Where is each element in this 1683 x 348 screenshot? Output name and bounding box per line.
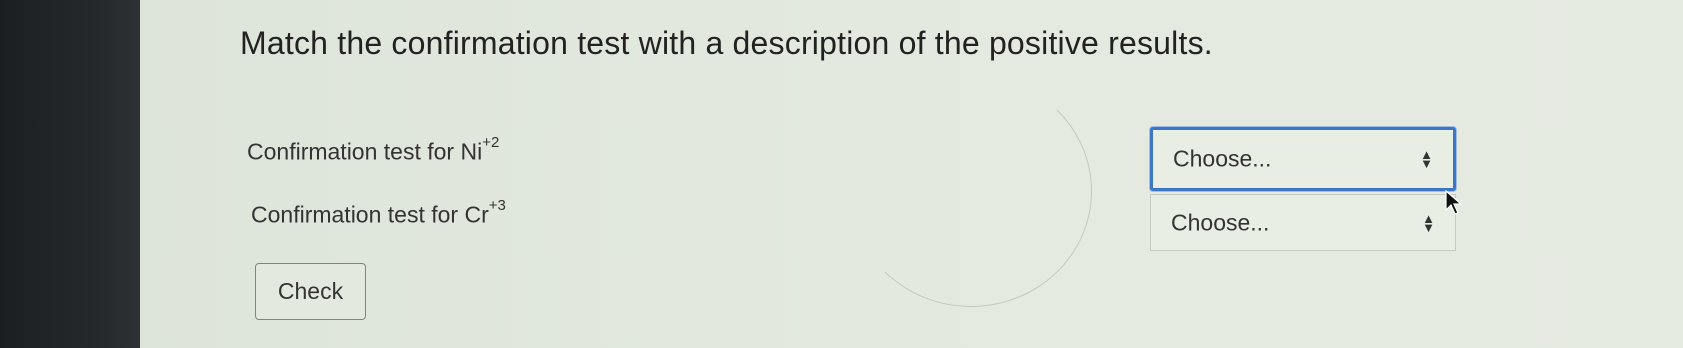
answer-select-ni[interactable]: Choose... ▲ ▼ <box>1150 127 1456 191</box>
match-row-text: Confirmation test for Ni <box>247 138 483 165</box>
up-down-chevron-icon: ▲ ▼ <box>1422 210 1435 235</box>
match-row-label-cr: Confirmation test for Cr+3 <box>251 197 506 229</box>
check-button[interactable]: Check <box>255 263 366 320</box>
select-value: Choose... <box>1171 209 1270 235</box>
select-value: Choose... <box>1173 145 1272 172</box>
charge-superscript: +3 <box>488 197 506 214</box>
mouse-pointer-icon <box>1445 190 1463 215</box>
answer-select-cr[interactable]: Choose... ▲ ▼ <box>1150 194 1456 251</box>
screen-bezel <box>0 0 140 348</box>
match-row-label-ni: Confirmation test for Ni+2 <box>247 134 499 166</box>
charge-superscript: +2 <box>482 134 500 151</box>
screen-glare <box>850 75 1092 307</box>
question-title: Match the confirmation test with a descr… <box>240 25 1213 61</box>
match-row-text: Confirmation test for Cr <box>251 201 489 228</box>
up-down-chevron-icon: ▲ ▼ <box>1420 147 1433 171</box>
